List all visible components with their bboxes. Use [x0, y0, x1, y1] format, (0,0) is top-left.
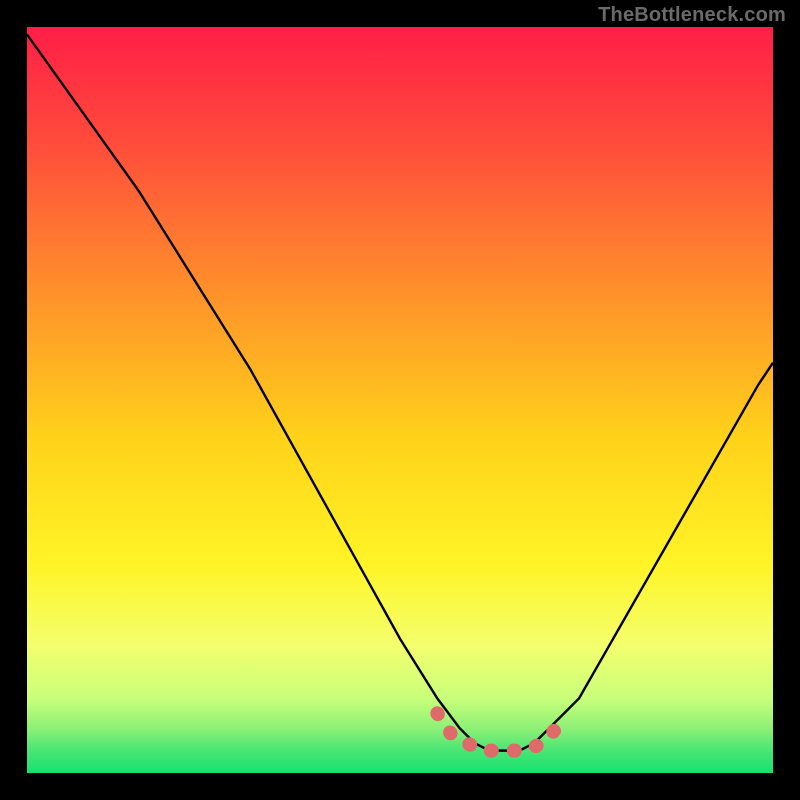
watermark-text: TheBottleneck.com [598, 4, 786, 27]
chart-plot-svg [27, 27, 773, 773]
marker-band-line [437, 713, 556, 750]
bottleneck-curve-line [27, 34, 773, 750]
bottleneck-chart: TheBottleneck.com [0, 0, 800, 800]
